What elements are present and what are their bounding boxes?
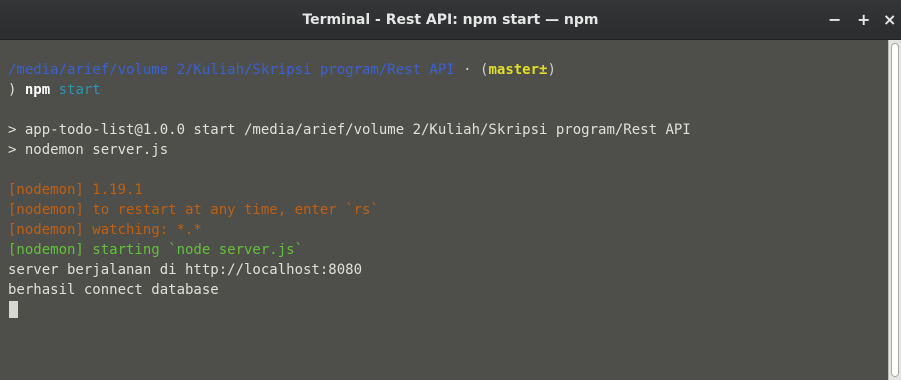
prompt-symbol: ) <box>8 82 25 98</box>
scrollbar-thumb[interactable] <box>891 43 899 377</box>
command-name: npm <box>24 82 51 98</box>
nodemon-restart-line: [nodemon] to restart at any time, enter … <box>8 202 379 218</box>
window-title: Terminal - Rest API: npm start — npm <box>302 12 599 28</box>
server-log-line: server berjalanan di http://localhost:80… <box>8 262 363 278</box>
command-line: ) npm start <box>8 80 101 100</box>
npm-output-line: > nodemon server.js <box>8 142 169 158</box>
npm-output-line: > app-todo-list@1.0.0 start /media/arief… <box>8 122 691 138</box>
command-argument: start <box>50 82 101 98</box>
terminal-cursor <box>9 301 18 318</box>
prompt-separator: · <box>454 62 481 78</box>
prompt-path: /media/arief/volume 2/Kuliah/Skripsi pro… <box>8 62 455 78</box>
title-bar[interactable]: Terminal - Rest API: npm start — npm − +… <box>0 0 901 40</box>
terminal-output[interactable]: /media/arief/volume 2/Kuliah/Skripsi pro… <box>0 40 888 380</box>
branch-close: ) <box>547 62 556 78</box>
nodemon-starting-line: [nodemon] starting `node server.js` <box>8 242 304 258</box>
database-log-line: berhasil connect database <box>8 282 219 298</box>
minimize-button[interactable]: − <box>828 0 841 40</box>
nodemon-watching-line: [nodemon] watching: *.* <box>8 222 202 238</box>
nodemon-version-line: [nodemon] 1.19.1 <box>8 182 143 198</box>
prompt-line: /media/arief/volume 2/Kuliah/Skripsi pro… <box>8 60 556 80</box>
git-branch: master± <box>488 62 548 78</box>
vertical-scrollbar[interactable] <box>888 40 901 380</box>
terminal-window: Terminal - Rest API: npm start — npm − +… <box>0 0 901 380</box>
close-button[interactable]: × <box>883 0 896 40</box>
maximize-button[interactable]: + <box>857 0 870 40</box>
